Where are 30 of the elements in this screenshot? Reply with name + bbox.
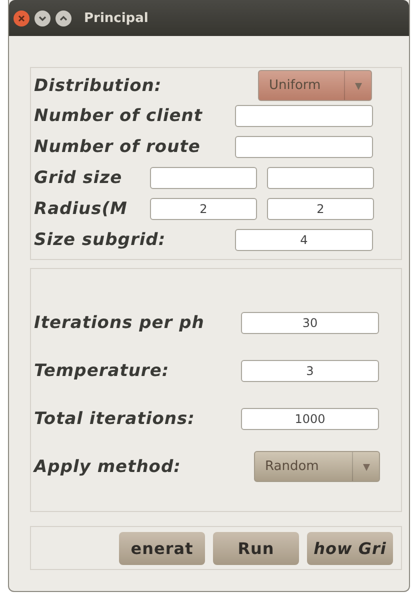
field-label: Number of route: [34, 137, 202, 158]
maximize-icon[interactable]: [55, 10, 72, 26]
caret-icon: [362, 462, 370, 470]
input-field[interactable]: 1000: [241, 408, 379, 430]
field-label: Distribution:: [34, 76, 163, 96]
input-field[interactable]: 30: [241, 312, 379, 334]
input-field[interactable]: 4: [235, 228, 373, 251]
action-button[interactable]: how Gri: [307, 532, 393, 564]
input-field[interactable]: 2: [267, 198, 374, 220]
input-field[interactable]: 2: [150, 198, 257, 220]
field-label: Number of client: [34, 106, 204, 126]
dropdown[interactable]: Random: [254, 451, 380, 482]
caret-icon: [354, 82, 362, 90]
input-field[interactable]: [235, 136, 373, 158]
window-title: Principal: [84, 10, 148, 26]
field-label: Total iterations:: [34, 408, 196, 428]
input-field[interactable]: [235, 105, 373, 128]
field-label: Temperature:: [34, 360, 170, 380]
field-label: Iterations per ph: [34, 312, 206, 332]
minimize-icon[interactable]: [34, 10, 51, 26]
close-icon[interactable]: [13, 10, 30, 26]
input-field[interactable]: [267, 166, 374, 189]
field-label: Grid size: [34, 168, 124, 188]
field-label: Size subgrid:: [34, 230, 167, 250]
input-field[interactable]: 3: [241, 360, 379, 382]
field-label: Radius(M: [34, 198, 128, 219]
field-label: Apply method:: [34, 456, 182, 476]
action-button[interactable]: Run: [213, 532, 299, 564]
action-button[interactable]: enerat: [119, 532, 205, 564]
input-field[interactable]: [150, 166, 257, 189]
